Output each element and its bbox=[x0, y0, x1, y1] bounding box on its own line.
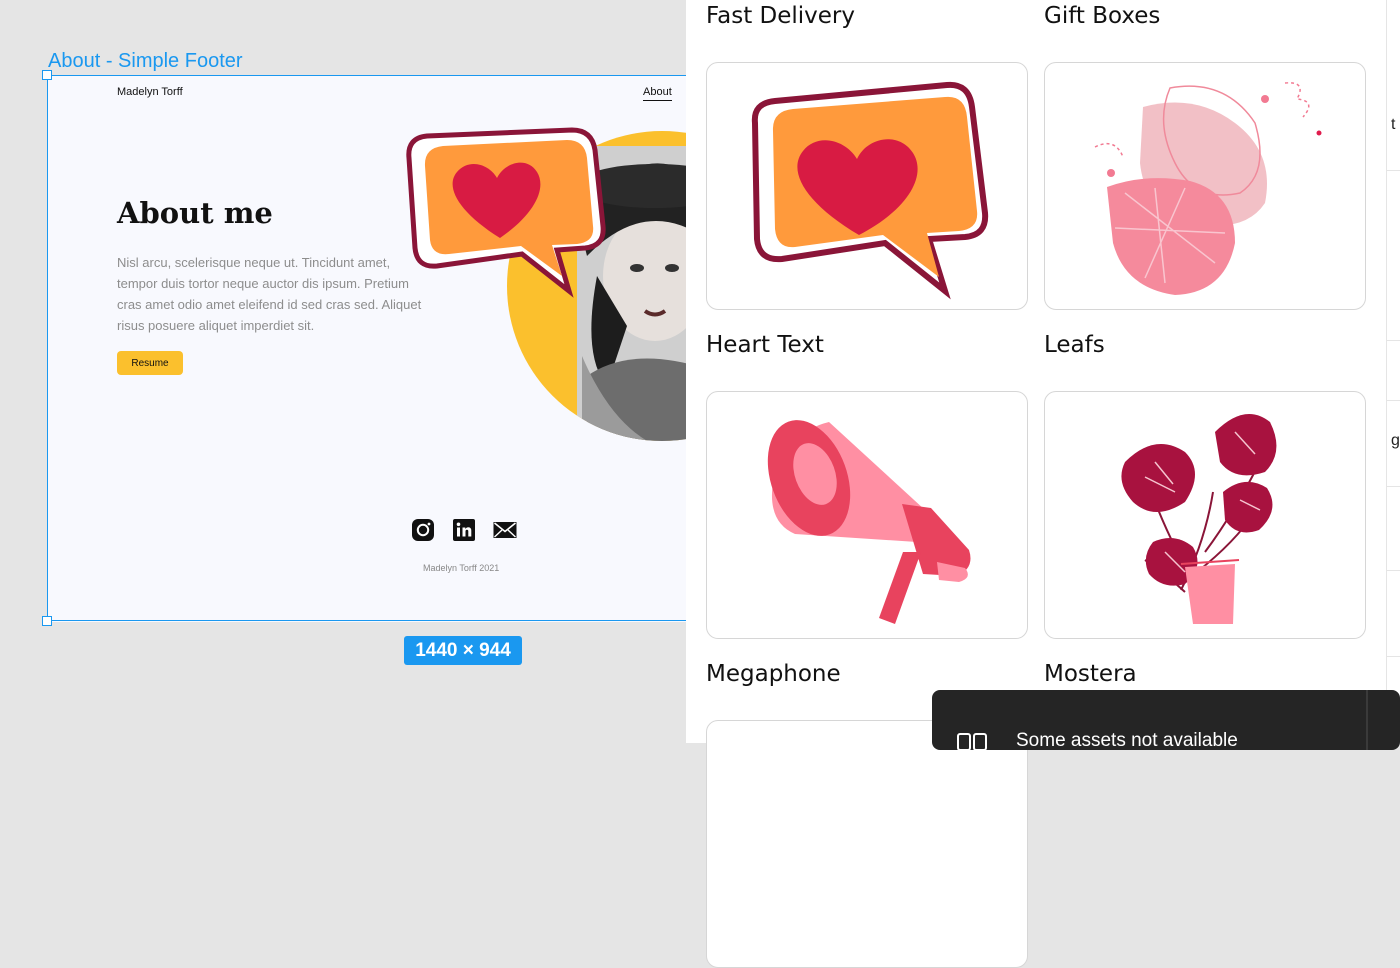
divider bbox=[1387, 570, 1400, 571]
edge-text-fragment: g bbox=[1391, 432, 1400, 449]
edge-text-fragment: t bbox=[1391, 116, 1396, 133]
asset-card-mostera[interactable] bbox=[1044, 391, 1366, 639]
asset-card-leafs[interactable] bbox=[1044, 62, 1366, 310]
divider bbox=[1387, 486, 1400, 487]
mail-icon[interactable] bbox=[493, 518, 517, 542]
asset-title-gift-boxes: Gift Boxes bbox=[1044, 3, 1161, 29]
footer-copyright: Madelyn Torff 2021 bbox=[423, 563, 500, 573]
divider bbox=[1387, 170, 1400, 171]
nav-link-about[interactable]: About bbox=[643, 86, 672, 101]
right-properties-panel-edge: t g bbox=[1386, 0, 1400, 743]
page-title: About me bbox=[117, 196, 273, 230]
asset-card-next[interactable] bbox=[706, 720, 1028, 968]
instagram-icon[interactable] bbox=[411, 518, 435, 542]
resize-handle-bottom-left[interactable] bbox=[42, 616, 52, 626]
asset-card-heart-text[interactable] bbox=[706, 62, 1028, 310]
asset-title-heart-text: Heart Text bbox=[706, 332, 824, 358]
frame-label[interactable]: About - Simple Footer bbox=[48, 50, 243, 73]
resize-handle-top-left[interactable] bbox=[42, 70, 52, 80]
resume-button[interactable]: Resume bbox=[117, 351, 183, 375]
asset-title-fast-delivery: Fast Delivery bbox=[706, 3, 855, 29]
linkedin-icon[interactable] bbox=[452, 518, 476, 542]
frame-size-badge: 1440 × 944 bbox=[404, 636, 522, 665]
leafs-icon bbox=[1094, 82, 1322, 295]
asset-title-mostera: Mostera bbox=[1044, 661, 1137, 687]
divider bbox=[1387, 340, 1400, 341]
notification-toast[interactable]: Some assets not available bbox=[932, 690, 1400, 751]
divider bbox=[1387, 656, 1400, 657]
assets-panel: Fast Delivery Gift Boxes Heart Text Leaf… bbox=[686, 0, 1386, 968]
divider bbox=[1387, 400, 1400, 401]
site-name: Madelyn Torff bbox=[117, 86, 183, 98]
megaphone-icon bbox=[767, 420, 971, 624]
asset-title-megaphone: Megaphone bbox=[706, 661, 841, 687]
asset-card-megaphone[interactable] bbox=[706, 391, 1028, 639]
heart-speech-bubble-icon bbox=[751, 81, 989, 300]
library-icon bbox=[957, 733, 987, 751]
about-frame[interactable]: Madelyn Torff About About me Nisl arcu, … bbox=[47, 76, 707, 622]
asset-title-leafs: Leafs bbox=[1044, 332, 1105, 358]
hero-illustration bbox=[406, 127, 707, 441]
toast-message: Some assets not available bbox=[1016, 730, 1238, 751]
divider bbox=[1366, 690, 1368, 750]
monstera-plant-icon bbox=[1121, 414, 1277, 624]
about-paragraph: Nisl arcu, scelerisque neque ut. Tincidu… bbox=[117, 255, 422, 333]
